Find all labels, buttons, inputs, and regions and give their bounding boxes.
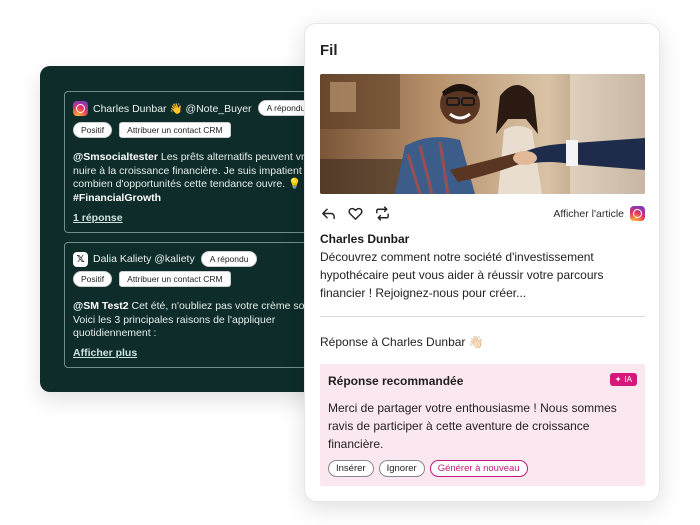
post-hashtag[interactable]: #FinancialGrowth [73,192,161,204]
post-header: 𝕏 Dalia Kaliety @kaliety A répondu [73,251,258,267]
replies-link[interactable]: 1 réponse [73,212,123,224]
post-body: Découvrez comment notre société d'invest… [320,250,604,300]
recommended-reply-panel: Réponse recommandée ✦ IA Merci de partag… [320,364,645,486]
post-tags: Positif Attribuer un contact CRM [73,271,231,287]
recommended-reply-title: Réponse recommandée [328,374,464,388]
assign-crm-contact-button[interactable]: Attribuer un contact CRM [119,271,231,287]
view-article-label: Afficher l'article [553,207,624,220]
post-tags: Positif Attribuer un contact CRM [73,122,231,138]
recommended-reply-actions: Insérer Ignorer Générer à nouveau [328,460,528,477]
post-mention: @Smsocialtester [73,151,158,163]
post-author: Dalia Kaliety @kaliety [93,253,195,265]
social-inbox-panel: Charles Dunbar 👋 @Note_Buyer A répondu P… [40,66,340,392]
feed-card: Fil Afficher l'article Charles Dunbar Dé… [304,23,660,502]
post-header: Charles Dunbar 👋 @Note_Buyer A répondu [73,100,315,116]
ai-badge: ✦ IA [609,373,637,386]
sentiment-tag[interactable]: Positif [73,271,113,287]
post-card[interactable]: Charles Dunbar 👋 @Note_Buyer A répondu P… [64,91,340,233]
post-author: Charles Dunbar 👋 @Note_Buyer [93,102,252,115]
repost-icon[interactable] [374,205,391,222]
reply-icon[interactable] [320,205,337,222]
recommended-reply-text: Merci de partager votre enthousiasme ! N… [328,401,617,451]
reply-to-label: Réponse à Charles Dunbar 👋🏻 [320,335,484,349]
assign-crm-contact-button[interactable]: Attribuer un contact CRM [119,122,231,138]
sparkle-icon: ✦ [614,375,622,384]
post-text: @Smsocialtester Les prêts alternatifs pe… [73,151,340,205]
regenerate-button[interactable]: Générer à nouveau [429,460,528,477]
view-article-link[interactable]: Afficher l'article [553,206,645,221]
post-author: Charles Dunbar [320,232,410,246]
post-image [320,74,645,194]
divider [320,316,645,317]
post-card[interactable]: 𝕏 Dalia Kaliety @kaliety A répondu Posit… [64,242,340,368]
sentiment-tag[interactable]: Positif [73,122,113,138]
insert-button[interactable]: Insérer [328,460,374,477]
instagram-icon [73,100,88,116]
handshake-photo [320,74,645,194]
show-more-link[interactable]: Afficher plus [73,347,137,359]
x-icon: 𝕏 [73,251,88,267]
ai-badge-label: IA [624,375,632,384]
feed-title: Fil [320,42,338,59]
status-badge: A répondu [200,251,258,267]
ignore-button[interactable]: Ignorer [378,460,425,477]
heart-icon[interactable] [347,205,364,222]
instagram-icon [630,206,645,221]
post-text: @SM Test2 Cet été, n'oubliez pas votre c… [73,300,340,341]
post-actions [320,205,391,222]
post-mention: @SM Test2 [73,300,129,312]
